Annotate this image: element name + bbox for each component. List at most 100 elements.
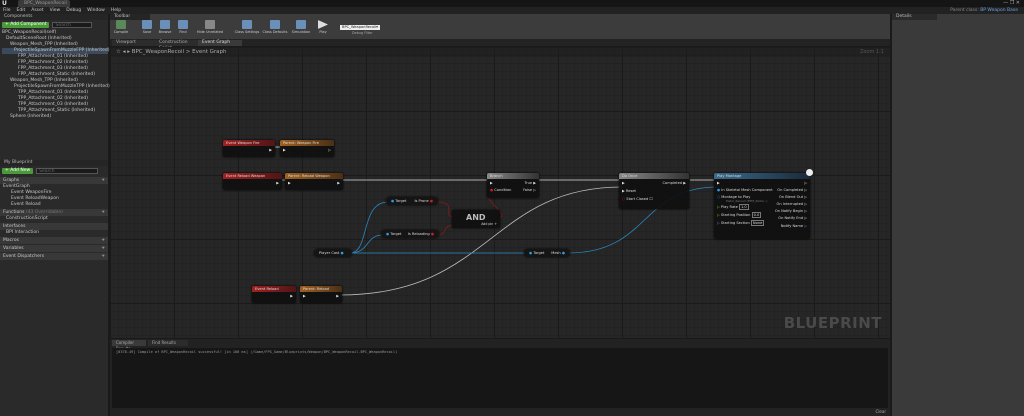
add-component-button[interactable]: + Add Component bbox=[2, 22, 49, 28]
breadcrumb-blueprint[interactable]: BPC_WeaponRecoil bbox=[132, 49, 184, 55]
object-wire bbox=[350, 235, 383, 253]
editor-tabs: Viewport Construction Script Event Graph bbox=[110, 39, 890, 46]
exec-pin-icon: ▶ bbox=[269, 148, 272, 152]
node-event-reload[interactable]: Event Reload▶ bbox=[252, 286, 296, 303]
save-button[interactable]: Save bbox=[138, 20, 156, 34]
node-is-prone[interactable]: ● Target Is Prone ● bbox=[386, 197, 438, 205]
macros-label: Macros bbox=[3, 237, 19, 244]
asset-tab[interactable]: BPC_WeaponRecoil bbox=[18, 0, 70, 7]
blueprint-watermark: BLUEPRINT bbox=[784, 314, 882, 332]
add-icon[interactable]: + bbox=[101, 177, 105, 184]
graphs-label: Graphs bbox=[3, 177, 19, 184]
back-icon[interactable]: ◂ bbox=[123, 49, 126, 55]
node-event-reload-weapon[interactable]: Event Reload Weapon▶ bbox=[223, 173, 282, 190]
node-parent-reload[interactable]: Parent: Reload▶▶ bbox=[300, 286, 342, 303]
details-header: Details bbox=[892, 14, 937, 20]
node-branch[interactable]: Branch ▶True ▶ ● ConditionFalse ▷ bbox=[487, 173, 539, 198]
node-get-mesh[interactable]: ● Target Mesh ● bbox=[524, 249, 570, 257]
add-new-button[interactable]: + Add New bbox=[2, 168, 33, 174]
dispatchers-section[interactable]: Event Dispatchers + bbox=[0, 253, 108, 260]
add-icon[interactable]: + bbox=[101, 209, 105, 216]
add-icon[interactable]: + bbox=[101, 237, 105, 244]
add-icon[interactable]: + bbox=[101, 253, 105, 260]
hide-unrelated-button[interactable]: Hide Unrelated bbox=[196, 20, 224, 34]
find-icon bbox=[178, 20, 188, 29]
exec-pin-icon: ▶ bbox=[283, 148, 286, 152]
play-button[interactable]: Play bbox=[314, 20, 332, 34]
node-event-weapon-fire[interactable]: Event Weapon Fire▶ bbox=[223, 140, 275, 157]
interfaces-section[interactable]: Interfaces bbox=[0, 223, 108, 230]
left-panel: Components + Add Component Search BPC_We… bbox=[0, 14, 108, 416]
toolbar: Toolbar Compile Save Browse Find Hide Un… bbox=[110, 14, 890, 39]
bottom-panel: Compiler Results Find Results [0378.49] … bbox=[110, 339, 890, 416]
browse-icon bbox=[160, 20, 170, 29]
clear-button[interactable]: Clear bbox=[876, 409, 886, 414]
simulation-button[interactable]: Simulation bbox=[290, 20, 312, 34]
parent-class: Parent class: BP Weapon Base bbox=[950, 8, 1018, 13]
menu-debug[interactable]: Debug bbox=[66, 8, 81, 13]
compile-button[interactable]: Compile bbox=[112, 20, 130, 34]
compiler-log: [0378.49] Compile of BPC_WeaponRecoil su… bbox=[112, 348, 888, 408]
menu-bar: File Edit Asset View Debug Window Help bbox=[0, 7, 1024, 14]
variables-section[interactable]: Variables + bbox=[0, 245, 108, 252]
node-play-montage[interactable]: Play Montage ▶▷ ● In Skeletal Mesh Compo… bbox=[714, 173, 810, 239]
construction-script-item[interactable]: ConstructionScript bbox=[6, 216, 108, 222]
tab-find-results[interactable]: Find Results bbox=[148, 340, 188, 346]
debug-filter-label: Debug Filter bbox=[352, 31, 373, 35]
node-and[interactable]: ANDAdd pin + bbox=[452, 210, 500, 228]
tab-compiler-results[interactable]: Compiler Results bbox=[112, 340, 146, 346]
menu-help[interactable]: Help bbox=[111, 8, 121, 13]
menu-file[interactable]: File bbox=[3, 8, 11, 13]
menu-edit[interactable]: Edit bbox=[17, 8, 26, 13]
details-panel: Details bbox=[892, 14, 1024, 416]
clock-icon bbox=[806, 169, 813, 176]
event-item[interactable]: Event Reload bbox=[3, 202, 108, 208]
find-button[interactable]: Find bbox=[174, 20, 192, 34]
parent-class-link[interactable]: BP Weapon Base bbox=[980, 8, 1018, 13]
node-parent-weapon-fire[interactable]: Parent: Weapon Fire▶▷ bbox=[280, 140, 334, 157]
hide-unrelated-icon bbox=[205, 20, 215, 29]
parent-class-label: Parent class: bbox=[950, 8, 979, 13]
tab-event-graph[interactable]: Event Graph bbox=[198, 40, 242, 46]
unreal-logo-icon[interactable]: U bbox=[2, 0, 10, 7]
exec-pin-icon: ▷ bbox=[328, 148, 331, 152]
node-parent-reload-weapon[interactable]: Parent: Reload Weapon▶▶ bbox=[285, 173, 343, 190]
tab-construction-script[interactable]: Construction Script bbox=[155, 40, 201, 46]
title-bar bbox=[0, 0, 1024, 7]
play-icon bbox=[318, 20, 328, 29]
breadcrumb: ☆ ◂ ▸ BPC_WeaponRecoil > Event Graph bbox=[110, 47, 890, 57]
event-graph-canvas[interactable]: ☆ ◂ ▸ BPC_WeaponRecoil > Event Graph Zoo… bbox=[110, 47, 890, 338]
breadcrumb-graph[interactable]: Event Graph bbox=[192, 49, 226, 55]
compile-icon bbox=[116, 20, 126, 29]
interface-item[interactable]: BPI Interaction bbox=[6, 230, 108, 236]
macros-section[interactable]: Macros + bbox=[0, 237, 108, 244]
menu-view[interactable]: View bbox=[50, 8, 61, 13]
functions-section[interactable]: Functions (43 Overridable)+ bbox=[0, 209, 108, 216]
variables-label: Variables bbox=[3, 245, 24, 252]
node-do-once[interactable]: Do Once ▶Completed ▶ ▶ Reset ○ Start Clo… bbox=[619, 173, 689, 209]
class-settings-button[interactable]: Class Settings bbox=[234, 20, 260, 34]
browse-button[interactable]: Browse bbox=[156, 20, 174, 34]
class-defaults-icon bbox=[270, 20, 280, 29]
favorite-star-icon[interactable]: ☆ bbox=[116, 49, 121, 55]
dispatchers-label: Event Dispatchers bbox=[3, 253, 44, 260]
object-wire bbox=[350, 202, 388, 253]
functions-label: Functions bbox=[3, 210, 25, 215]
breadcrumb-separator: > bbox=[186, 49, 191, 55]
menu-asset[interactable]: Asset bbox=[31, 8, 43, 13]
forward-icon[interactable]: ▸ bbox=[127, 49, 130, 55]
tree-item[interactable]: Sphere (Inherited) bbox=[2, 114, 108, 120]
my-blueprint-search-input[interactable]: Search bbox=[36, 168, 98, 174]
graphs-section[interactable]: Graphs + bbox=[0, 177, 108, 184]
gear-icon bbox=[242, 20, 252, 29]
window-controls[interactable]: — ❐ ✕ bbox=[1003, 0, 1020, 6]
class-defaults-button[interactable]: Class Defaults bbox=[262, 20, 288, 34]
save-icon bbox=[142, 20, 152, 29]
menu-window[interactable]: Window bbox=[87, 8, 105, 13]
components-search-input[interactable]: Search bbox=[52, 22, 92, 28]
node-player-cast[interactable]: Player Cast ● bbox=[314, 249, 352, 257]
log-line: [0378.49] Compile of BPC_WeaponRecoil su… bbox=[116, 350, 397, 354]
node-is-reloading[interactable]: ● Target Is Reloading ● bbox=[381, 230, 439, 238]
debug-object-select[interactable]: BPC_WeaponRecoil▾ bbox=[340, 25, 380, 30]
add-icon[interactable]: + bbox=[101, 245, 105, 252]
